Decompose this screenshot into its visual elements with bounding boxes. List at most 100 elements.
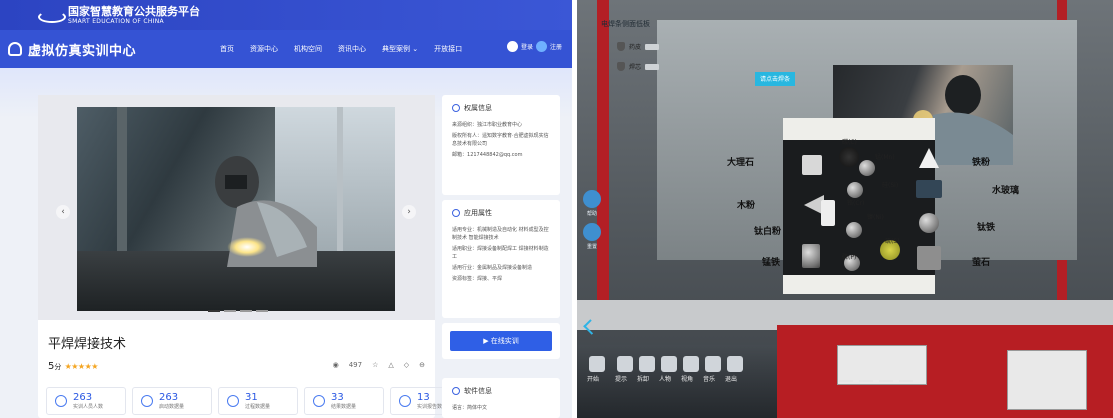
process-icon	[227, 395, 239, 407]
lang-label: 语言：	[452, 405, 468, 411]
mn-sample[interactable]	[859, 160, 875, 176]
label-chromium: 铬(Cr)	[847, 200, 865, 207]
nav-news[interactable]: 资讯中心	[338, 44, 366, 54]
component-tree: 电焊条侧面低板 药皮 焊芯	[587, 14, 707, 84]
user-icon	[506, 41, 518, 52]
exit-button[interactable]	[727, 356, 743, 372]
star-icon[interactable]: ☆	[372, 361, 378, 369]
email-label: 邮箱：	[452, 152, 468, 158]
tree-item-label: 药皮	[629, 44, 642, 51]
ferro-titanium-sample[interactable]	[919, 213, 939, 233]
platform-subtitle: SMART EDUCATION OF CHINA	[68, 17, 164, 25]
course-rating: 5分 ★★★★★	[48, 361, 98, 372]
slide-indicator[interactable]	[839, 380, 853, 382]
tags-label: 资源标签：	[452, 276, 478, 282]
bottom-toolbar	[577, 345, 777, 418]
carbon-sample[interactable]	[839, 147, 859, 167]
start-button[interactable]	[589, 356, 605, 372]
launch-icon	[141, 395, 153, 407]
ferromanganese-sample[interactable]	[802, 244, 820, 268]
character-button[interactable]	[661, 356, 677, 372]
cloud-home-icon[interactable]	[8, 42, 22, 56]
water-glass-sample[interactable]	[916, 180, 942, 198]
thumbs-up-icon[interactable]: △	[388, 361, 393, 369]
stat-number: 263	[159, 391, 179, 403]
cr-sample[interactable]	[821, 200, 835, 226]
slide-indicator[interactable]	[899, 380, 913, 382]
welding-photo	[77, 107, 395, 311]
help-button[interactable]	[583, 190, 601, 208]
help-label: 帮助	[586, 211, 597, 217]
register-user-icon	[535, 41, 547, 52]
carousel-dot[interactable]	[240, 310, 252, 312]
slide-indicator[interactable]	[879, 380, 893, 382]
ni-sample[interactable]	[846, 222, 862, 238]
apply-title: 应用属性	[464, 209, 492, 217]
stat-label: 实训人员人数	[73, 403, 104, 410]
carousel-dot[interactable]	[224, 310, 236, 312]
carousel-indicators	[208, 310, 268, 312]
shield-icon	[617, 62, 625, 71]
character-label: 人物	[659, 376, 672, 383]
industry-label: 适用行业：	[452, 265, 478, 271]
si-sample[interactable]	[847, 182, 863, 198]
visibility-toggle[interactable]	[645, 63, 660, 70]
slide-indicator[interactable]	[859, 380, 873, 382]
nav-open-api[interactable]: 开放接口	[434, 44, 462, 54]
music-button[interactable]	[705, 356, 721, 372]
label-nickel: 镍(Ni)	[867, 214, 884, 221]
view-button[interactable]	[683, 356, 699, 372]
nav-institutions[interactable]: 机构空间	[294, 44, 322, 54]
tree-item-coating[interactable]: 药皮	[617, 42, 660, 51]
rating-unit: 分	[54, 363, 62, 371]
exit-label: 退出	[725, 376, 738, 383]
carousel-next-button[interactable]: ›	[402, 205, 416, 219]
platform-title: 国家智慧教育公共服务平台	[68, 4, 200, 18]
visibility-toggle[interactable]	[645, 43, 660, 50]
cabinet-drawer	[837, 345, 927, 385]
carousel-dot[interactable]	[256, 310, 268, 312]
online-training-card: ▶ 在线实训	[442, 323, 560, 359]
nav-home[interactable]: 首页	[220, 44, 234, 54]
image-carousel: ‹ ›	[38, 95, 435, 320]
share-icon[interactable]: ◇	[404, 361, 409, 369]
marble-sample[interactable]	[802, 155, 822, 175]
stat-number: 33	[331, 391, 344, 403]
carousel-prev-button[interactable]: ‹	[56, 205, 70, 219]
nav-typical-cases[interactable]: 典型案例 ⌄	[382, 44, 418, 54]
online-training-button[interactable]: ▶ 在线实训	[450, 331, 552, 351]
stat-label: 实训报告数	[417, 403, 443, 410]
source-label: 来源组织：	[452, 122, 478, 128]
start-label: 开始	[587, 376, 600, 383]
settings-icon	[452, 209, 460, 217]
stat-number: 263	[73, 391, 93, 403]
source-value: 独江市职业教育中心	[477, 122, 523, 128]
music-label: 音乐	[703, 376, 716, 383]
register-link[interactable]: 注册	[550, 42, 562, 51]
carousel-dot[interactable]	[208, 310, 220, 312]
login-link[interactable]: 登录	[521, 42, 533, 51]
nav-resources[interactable]: 资源中心	[250, 44, 278, 54]
label-manganese: 锰(Mn)	[875, 154, 895, 161]
fluorite-sample[interactable]	[917, 246, 941, 270]
reset-button[interactable]	[583, 223, 601, 241]
hint-button[interactable]	[617, 356, 633, 372]
software-title: 软件信息	[464, 387, 492, 395]
copyright-icon	[452, 104, 460, 112]
site-brand[interactable]: 虚拟仿真实训中心	[28, 40, 136, 59]
course-title: 平焊焊接技术	[48, 337, 127, 352]
disassemble-button[interactable]	[639, 356, 655, 372]
report-icon	[399, 395, 411, 407]
stat-card: 31 过程数据量	[218, 387, 298, 415]
software-panel: 软件信息 语言：简体中文	[442, 378, 560, 418]
email-value: 1217448842@qq.com	[467, 152, 523, 158]
lang-value: 简体中文	[467, 405, 488, 411]
stat-label: 结果数据量	[331, 403, 357, 410]
label-iron-ore: 锰铁	[762, 258, 781, 268]
nav-typical-cases-label: 典型案例	[382, 45, 410, 53]
course-card: ‹ › 平焊焊接技术 5分 ★★★★★ ◉ 497 ☆ △ ◇ ⊖ 263 实训…	[38, 95, 470, 418]
more-icon[interactable]: ⊖	[419, 361, 425, 369]
owner-label: 版权所有人：	[452, 133, 483, 139]
welding-spark-icon	[227, 237, 267, 257]
tree-item-core[interactable]: 焊芯	[617, 62, 660, 71]
